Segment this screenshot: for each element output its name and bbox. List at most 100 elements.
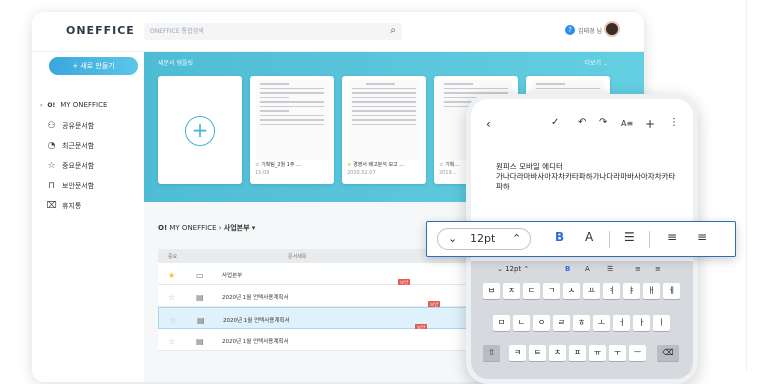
user-name[interactable]: 김태경 님 <box>578 26 602 35</box>
folder-icon: O! <box>47 101 56 109</box>
row-title: 사업본부 <box>222 273 243 279</box>
star-icon[interactable]: ★ <box>168 271 175 280</box>
divider <box>649 231 650 248</box>
list-mini-icon[interactable]: ☰ <box>607 265 613 273</box>
top-bar: ONEFFICE ONEFFICE 통합검색 ⌕ ? 김태경 님 <box>32 12 644 52</box>
doc-thumbnail <box>256 80 328 160</box>
search-input[interactable]: ONEFFICE 통합검색 ⌕ <box>144 23 402 40</box>
list-icon[interactable]: ☰ <box>624 230 635 244</box>
sidebar-item-secure[interactable]: ⊓ 보안문서함 <box>46 181 94 191</box>
key[interactable]: ㅁ <box>493 315 510 331</box>
more-link[interactable]: 더보기 ⌄ <box>585 58 609 67</box>
card-date: 2020.02.07 <box>347 170 376 176</box>
backspace-key-icon[interactable]: ⌫ <box>657 345 679 361</box>
new-blank-card[interactable]: + <box>158 76 242 184</box>
color-mini[interactable]: A <box>585 265 590 273</box>
breadcrumb-current[interactable]: 사업본부 <box>224 224 250 232</box>
align-center-mini-icon[interactable]: ≡ <box>655 265 661 273</box>
bold-mini[interactable]: B <box>565 265 570 273</box>
avatar[interactable] <box>604 21 620 37</box>
template-card[interactable]: ☆ 기획팀_2월 1주 ... 15:09 <box>250 76 334 184</box>
add-icon[interactable]: + <box>645 117 655 131</box>
divider <box>746 0 747 371</box>
sidebar-item-label: 휴지통 <box>62 202 82 210</box>
star-icon[interactable]: ☆ <box>168 293 175 302</box>
more-icon[interactable]: ⋮ <box>669 117 679 128</box>
search-icon[interactable]: ⌕ <box>390 25 396 36</box>
key[interactable]: ㄴ <box>513 315 530 331</box>
font-size-value: 12pt <box>470 232 496 245</box>
key[interactable]: ㅕ <box>603 283 620 299</box>
users-icon: ⚇ <box>47 121 56 131</box>
document-icon: ▤ <box>196 337 204 346</box>
keyboard-format-bar: ⌄ 12pt ⌃ B A ☰ ≡ ≡ <box>477 265 687 277</box>
bold-button[interactable]: B <box>555 230 564 244</box>
chevron-right-icon: › <box>40 101 43 109</box>
sidebar-item-important[interactable]: ☆ 중요문서함 <box>46 161 94 171</box>
sidebar: + 새로 만들기 › O! MY ONEFFICE ⚇ 공유문서함 ◔ 최근문서… <box>32 52 144 382</box>
template-title: 새문서 템플릿 <box>158 60 194 67</box>
sidebar-item-shared[interactable]: ⚇ 공유문서함 <box>46 121 94 131</box>
key[interactable]: ㅅ <box>563 283 580 299</box>
row-title: 2020년 1월 언택사용계획서 <box>222 339 289 345</box>
align-left-icon[interactable]: ≡ <box>667 230 677 244</box>
key[interactable]: ㄹ <box>553 315 570 331</box>
app-logo: ONEFFICE <box>66 24 135 37</box>
key[interactable]: ㅇ <box>533 315 550 331</box>
align-center-icon[interactable]: ≡ <box>697 230 707 244</box>
key[interactable]: ㅠ <box>589 345 606 361</box>
font-color-button[interactable]: A <box>585 230 593 244</box>
key[interactable]: ㅈ <box>503 283 520 299</box>
key[interactable]: ㅋ <box>509 345 526 361</box>
key[interactable]: ㄱ <box>543 283 560 299</box>
redo-icon[interactable]: ↷ <box>599 117 607 128</box>
font-size-mini[interactable]: ⌄ 12pt ⌃ <box>497 265 529 273</box>
key[interactable]: ㅑ <box>623 283 640 299</box>
breadcrumb: O! MY ONEFFICE › 사업본부 ▾ <box>158 224 256 232</box>
key[interactable]: ㄷ <box>523 283 540 299</box>
template-card[interactable]: ★ 경영서 배고분석 보고 ... 2020.02.07 <box>342 76 426 184</box>
key[interactable]: ㅛ <box>583 283 600 299</box>
undo-icon[interactable]: ↶ <box>578 117 586 128</box>
key[interactable]: ㅗ <box>593 315 610 331</box>
star-icon[interactable]: ☆ <box>169 316 176 325</box>
align-left-mini-icon[interactable]: ≡ <box>635 265 641 273</box>
new-document-button[interactable]: + 새로 만들기 <box>49 57 138 75</box>
plus-icon: + <box>185 116 215 146</box>
chevron-down-icon[interactable]: ⌄ <box>448 232 457 245</box>
font-size-stepper[interactable]: ⌄ 12pt ⌃ <box>437 228 531 250</box>
star-icon[interactable]: ☆ <box>168 337 175 346</box>
key[interactable]: ㅜ <box>609 345 626 361</box>
search-placeholder: ONEFFICE 통합검색 <box>150 28 204 35</box>
help-icon[interactable]: ? <box>565 25 575 35</box>
key[interactable]: ㅊ <box>549 345 566 361</box>
key[interactable]: ㅣ <box>653 315 670 331</box>
key[interactable]: ㅎ <box>573 315 590 331</box>
document-icon: ▤ <box>196 293 204 302</box>
header-important[interactable]: 중요 <box>168 253 177 260</box>
key[interactable]: ㅓ <box>613 315 630 331</box>
card-caption: ★ 경영서 배고분석 보고 ... <box>347 162 405 168</box>
row-title: 2020년 1월 언택사용계획서 <box>222 295 289 301</box>
editor-text[interactable]: 원피스 모바일 에디터 가나다라마바사아자차카타파하가나다라마바사아자차카타파하 <box>496 162 681 192</box>
sidebar-item-trash[interactable]: ⌧ 휴지통 <box>46 201 81 211</box>
card-caption: ☆ 기획팀_2월 1주 ... <box>255 162 301 168</box>
key[interactable]: ㅌ <box>529 345 546 361</box>
keyboard: ⌄ 12pt ⌃ B A ☰ ≡ ≡ ㅂ ㅈ ㄷ ㄱ ㅅ ㅛ ㅕ ㅑ ㅐ ㅔ ㅁ… <box>471 261 693 379</box>
key[interactable]: ㅡ <box>629 345 646 361</box>
sidebar-item-label: MY ONEFFICE <box>60 101 108 109</box>
shift-key-icon[interactable]: ⇧ <box>483 345 500 361</box>
text-format-icon[interactable]: A≡ <box>621 119 633 128</box>
back-icon[interactable]: ‹ <box>486 117 491 131</box>
star-icon: ☆ <box>47 161 56 171</box>
sidebar-item-my-oneffice[interactable]: › O! MY ONEFFICE <box>40 101 107 109</box>
key[interactable]: ㅂ <box>483 283 500 299</box>
chevron-up-icon[interactable]: ⌃ <box>512 232 521 245</box>
key[interactable]: ㅐ <box>643 283 660 299</box>
sidebar-item-recent[interactable]: ◔ 최근문서함 <box>46 141 95 151</box>
key[interactable]: ㅍ <box>569 345 586 361</box>
check-icon[interactable]: ✓ <box>551 117 559 128</box>
header-title[interactable]: 문서제목 <box>288 253 306 260</box>
key[interactable]: ㅏ <box>633 315 650 331</box>
key[interactable]: ㅔ <box>663 283 680 299</box>
